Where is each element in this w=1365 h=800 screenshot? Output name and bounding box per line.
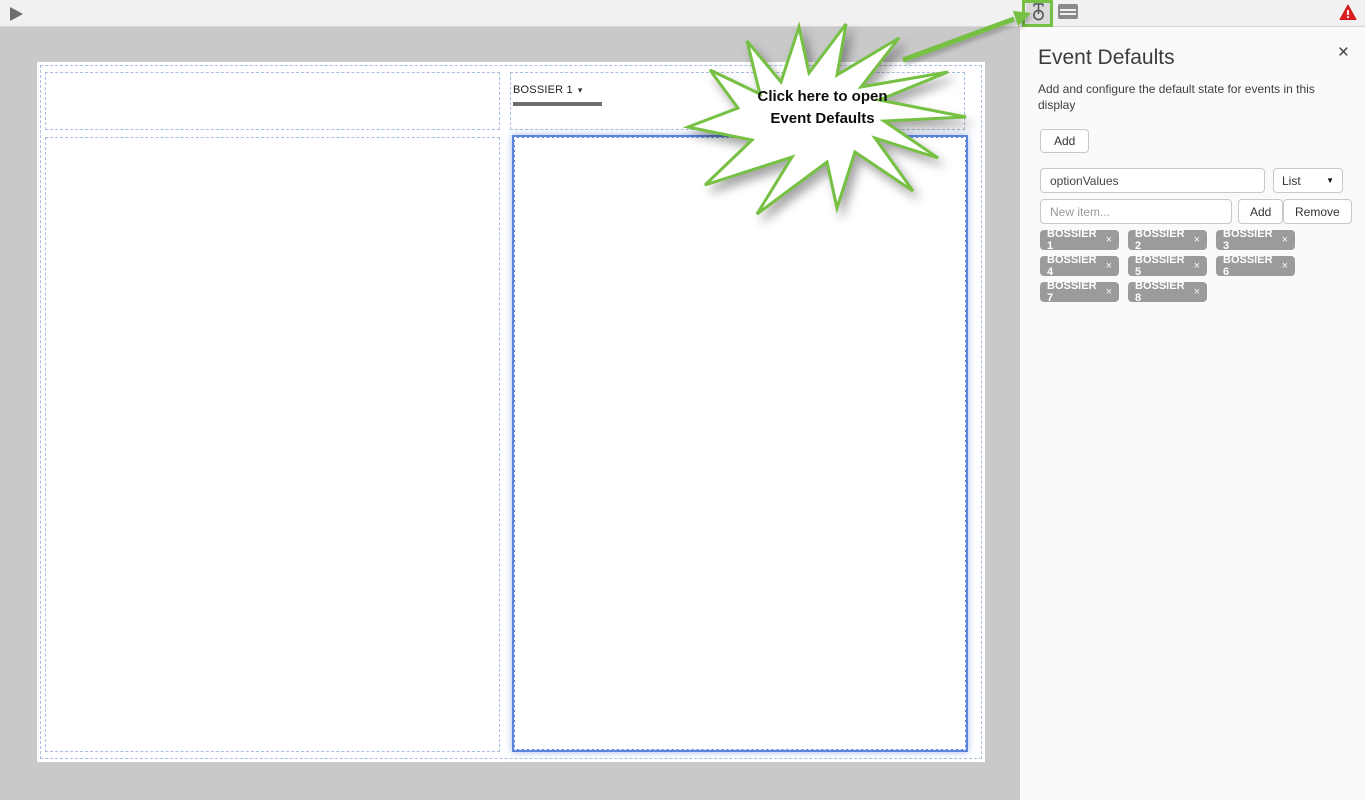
- layout-box-top-left[interactable]: [45, 72, 500, 130]
- option-value-tag[interactable]: BOSSIER 1 ×: [1040, 228, 1119, 252]
- add-item-button[interactable]: Add: [1238, 199, 1284, 224]
- layout-box-bottom-left[interactable]: [45, 137, 500, 752]
- option-value-tag[interactable]: BOSSIER 2 ×: [1128, 228, 1207, 252]
- panel-description: Add and configure the default state for …: [1038, 82, 1315, 113]
- option-value-tag[interactable]: BOSSIER 6 ×: [1216, 254, 1295, 278]
- top-toolbar: [0, 0, 1365, 27]
- option-value-tag[interactable]: BOSSIER 8 ×: [1128, 280, 1207, 304]
- tag-label: BOSSIER 6: [1223, 254, 1273, 278]
- caret-down-icon: ▼: [1326, 176, 1334, 185]
- tag-remove-icon[interactable]: ×: [1282, 260, 1288, 272]
- tag-label: BOSSIER 4: [1047, 254, 1097, 278]
- option-name-input[interactable]: [1040, 168, 1265, 193]
- tag-remove-icon[interactable]: ×: [1106, 286, 1112, 298]
- tag-remove-icon[interactable]: ×: [1106, 260, 1112, 272]
- option-value-tag[interactable]: BOSSIER 7 ×: [1040, 280, 1119, 304]
- close-icon[interactable]: ×: [1338, 43, 1349, 62]
- event-selector-underline: [513, 102, 602, 106]
- layout-box-top-right[interactable]: [510, 72, 965, 130]
- tag-remove-icon[interactable]: ×: [1194, 286, 1200, 298]
- option-value-tag[interactable]: BOSSIER 3 ×: [1216, 228, 1295, 252]
- layout-box-bottom-right-selected[interactable]: [512, 135, 968, 752]
- chevron-down-icon: ▾: [577, 85, 583, 95]
- remove-item-button[interactable]: Remove: [1283, 199, 1352, 224]
- event-defaults-icon: [1031, 2, 1046, 26]
- tag-label: BOSSIER 7: [1047, 280, 1097, 304]
- event-defaults-button[interactable]: [1026, 2, 1050, 26]
- tag-remove-icon[interactable]: ×: [1106, 234, 1112, 246]
- type-select-value: List: [1282, 173, 1301, 188]
- add-state-button[interactable]: Add: [1040, 129, 1090, 153]
- play-icon[interactable]: [10, 7, 23, 21]
- tag-remove-icon[interactable]: ×: [1194, 234, 1200, 246]
- new-item-input[interactable]: [1040, 199, 1232, 224]
- event-selector-value: BOSSIER 1: [513, 84, 573, 96]
- type-select[interactable]: List ▼: [1273, 168, 1343, 193]
- tag-label: BOSSIER 8: [1135, 280, 1185, 304]
- option-value-tag[interactable]: BOSSIER 4 ×: [1040, 254, 1119, 278]
- tag-label: BOSSIER 3: [1223, 228, 1273, 252]
- warning-icon[interactable]: [1339, 4, 1357, 21]
- display-options-button[interactable]: [1056, 3, 1080, 24]
- option-value-tag[interactable]: BOSSIER 5 ×: [1128, 254, 1207, 278]
- panel-title: Event Defaults: [1038, 46, 1175, 69]
- tag-remove-icon[interactable]: ×: [1282, 234, 1288, 246]
- tag-label: BOSSIER 5: [1135, 254, 1185, 278]
- event-defaults-panel: × Event Defaults Add and configure the d…: [1020, 27, 1365, 800]
- event-selector-dropdown[interactable]: BOSSIER 1 ▾: [513, 84, 583, 96]
- display-canvas[interactable]: BOSSIER 1 ▾: [37, 62, 985, 762]
- tag-label: BOSSIER 2: [1135, 228, 1185, 252]
- tag-label: BOSSIER 1: [1047, 228, 1097, 252]
- display-options-icon: [1057, 3, 1079, 25]
- tag-remove-icon[interactable]: ×: [1194, 260, 1200, 272]
- option-values-list: BOSSIER 1 × BOSSIER 2 × BOSSIER 3 × BOSS…: [1040, 228, 1340, 304]
